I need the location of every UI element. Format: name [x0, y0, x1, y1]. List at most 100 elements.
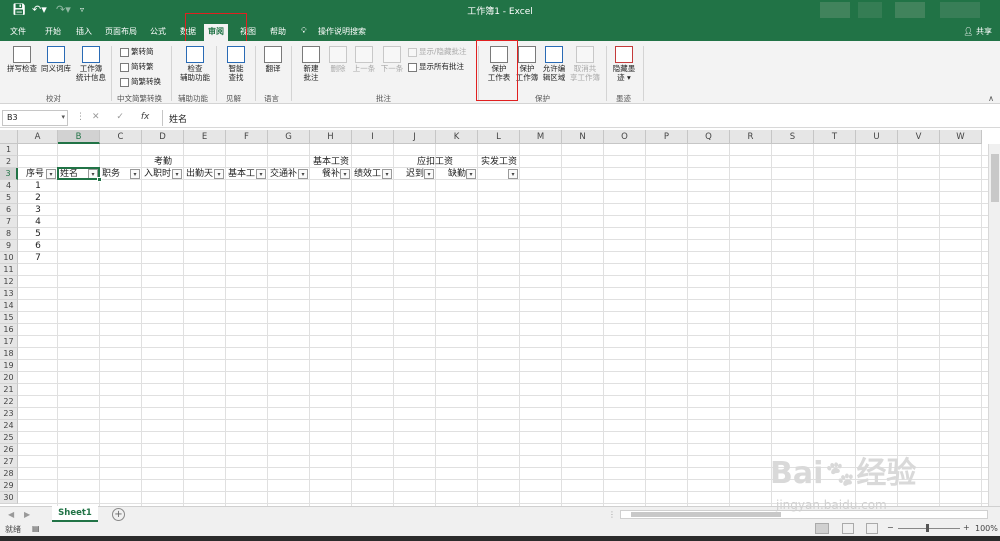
- column-header-c[interactable]: C: [100, 130, 142, 144]
- row-header-1[interactable]: 1: [0, 144, 18, 156]
- zoom-slider-knob[interactable]: [926, 524, 929, 532]
- filter-dropdown-g[interactable]: ▾: [298, 169, 308, 179]
- cell-a7[interactable]: 4: [20, 216, 56, 228]
- cell-d2[interactable]: 考勤: [122, 156, 204, 168]
- page-layout-view-icon[interactable]: [842, 523, 854, 534]
- to-traditional-button[interactable]: 繁转简: [120, 46, 154, 57]
- column-header-e[interactable]: E: [184, 130, 226, 144]
- row-header-27[interactable]: 27: [0, 456, 18, 468]
- cell-f3[interactable]: 基本工: [228, 168, 256, 180]
- delete-comment-button[interactable]: 删除: [327, 46, 349, 73]
- column-header-r[interactable]: R: [730, 130, 772, 144]
- horizontal-scroll-thumb[interactable]: [631, 512, 781, 517]
- allow-edit-ranges-button[interactable]: 允许编 辑区域: [540, 46, 568, 82]
- page-break-view-icon[interactable]: [866, 523, 878, 534]
- row-header-2[interactable]: 2: [0, 156, 18, 168]
- row-header-16[interactable]: 16: [0, 324, 18, 336]
- cell-i3[interactable]: 绩效工: [354, 168, 382, 180]
- tab-help[interactable]: 帮助: [270, 26, 286, 37]
- thesaurus-button[interactable]: 同义词库: [38, 46, 74, 73]
- row-header-13[interactable]: 13: [0, 288, 18, 300]
- share-button[interactable]: 👤︎ 共享: [963, 26, 992, 37]
- row-header-26[interactable]: 26: [0, 444, 18, 456]
- row-header-15[interactable]: 15: [0, 312, 18, 324]
- sheet-tab-sheet1[interactable]: Sheet1: [52, 506, 98, 522]
- column-header-f[interactable]: F: [226, 130, 268, 144]
- row-header-29[interactable]: 29: [0, 480, 18, 492]
- row-header-19[interactable]: 19: [0, 360, 18, 372]
- cell-k3[interactable]: 缺勤: [438, 168, 466, 180]
- cell-e3[interactable]: 出勤天: [186, 168, 214, 180]
- formula-input[interactable]: 姓名: [162, 110, 998, 126]
- next-sheet-icon[interactable]: ▶: [24, 510, 30, 519]
- cell-a4[interactable]: 1: [20, 180, 56, 192]
- filter-dropdown-j[interactable]: ▾: [424, 169, 434, 179]
- tab-page-layout[interactable]: 页面布局: [105, 26, 137, 37]
- column-header-j[interactable]: J: [394, 130, 436, 144]
- column-header-a[interactable]: A: [18, 130, 58, 144]
- row-header-6[interactable]: 6: [0, 204, 18, 216]
- unshare-workbook-button[interactable]: 取消共 享工作簿: [568, 46, 602, 82]
- cell-a9[interactable]: 6: [20, 240, 56, 252]
- collapse-ribbon-icon[interactable]: ∧: [988, 94, 994, 103]
- cell-g3[interactable]: 交通补: [270, 168, 298, 180]
- filter-dropdown-d[interactable]: ▾: [172, 169, 182, 179]
- column-header-h[interactable]: H: [310, 130, 352, 144]
- insert-function-icon[interactable]: fx: [141, 112, 150, 122]
- tab-split-handle[interactable]: ⋮: [608, 510, 616, 519]
- column-header-l[interactable]: L: [478, 130, 520, 144]
- cell-a6[interactable]: 3: [20, 204, 56, 216]
- cell-c3[interactable]: 职务: [102, 168, 130, 180]
- row-header-14[interactable]: 14: [0, 300, 18, 312]
- row-header-12[interactable]: 12: [0, 276, 18, 288]
- cell-k2[interactable]: 应扣工资: [394, 156, 476, 168]
- row-header-8[interactable]: 8: [0, 228, 18, 240]
- row-header-30[interactable]: 30: [0, 492, 18, 504]
- row-header-25[interactable]: 25: [0, 432, 18, 444]
- name-box[interactable]: B3 ▾: [2, 110, 68, 126]
- zoom-out-icon[interactable]: −: [887, 523, 894, 532]
- filter-dropdown-c[interactable]: ▾: [130, 169, 140, 179]
- hide-ink-button[interactable]: 隐藏墨 迹 ▾: [610, 46, 638, 82]
- show-hide-comment-button[interactable]: 显示/隐藏批注: [408, 46, 467, 57]
- workbook-stats-button[interactable]: 工作簿 统计信息: [76, 46, 106, 82]
- filter-dropdown-a[interactable]: ▾: [46, 169, 56, 179]
- smart-lookup-button[interactable]: 智能 查找: [222, 46, 250, 82]
- zoom-slider[interactable]: [898, 528, 960, 529]
- column-header-i[interactable]: I: [352, 130, 394, 144]
- column-header-q[interactable]: Q: [688, 130, 730, 144]
- macro-record-icon[interactable]: ▤: [32, 524, 40, 533]
- to-simplified-button[interactable]: 简转繁: [120, 61, 154, 72]
- vertical-scrollbar[interactable]: [988, 144, 1000, 506]
- tab-formulas[interactable]: 公式: [150, 26, 166, 37]
- enter-icon[interactable]: ✓: [116, 112, 124, 122]
- row-header-24[interactable]: 24: [0, 420, 18, 432]
- previous-sheet-icon[interactable]: ◀: [8, 510, 14, 519]
- tell-me-search[interactable]: 操作说明搜索: [318, 26, 366, 37]
- tab-file[interactable]: 文件: [10, 26, 26, 37]
- cell-a8[interactable]: 5: [20, 228, 56, 240]
- filter-dropdown-l[interactable]: ▾: [508, 169, 518, 179]
- filter-dropdown-e[interactable]: ▾: [214, 169, 224, 179]
- row-header-28[interactable]: 28: [0, 468, 18, 480]
- zoom-level[interactable]: 100%: [975, 524, 998, 533]
- filter-dropdown-i[interactable]: ▾: [382, 169, 392, 179]
- row-header-9[interactable]: 9: [0, 240, 18, 252]
- row-header-7[interactable]: 7: [0, 216, 18, 228]
- column-header-s[interactable]: S: [772, 130, 814, 144]
- column-header-d[interactable]: D: [142, 130, 184, 144]
- cell-a10[interactable]: 7: [20, 252, 56, 264]
- row-header-18[interactable]: 18: [0, 348, 18, 360]
- zoom-in-icon[interactable]: +: [963, 523, 970, 532]
- cell-h2[interactable]: 基本工资: [280, 156, 382, 168]
- column-header-p[interactable]: P: [646, 130, 688, 144]
- column-header-m[interactable]: M: [520, 130, 562, 144]
- check-accessibility-button[interactable]: 检查 辅助功能: [177, 46, 213, 82]
- row-header-22[interactable]: 22: [0, 396, 18, 408]
- row-header-17[interactable]: 17: [0, 336, 18, 348]
- column-header-n[interactable]: N: [562, 130, 604, 144]
- column-header-o[interactable]: O: [604, 130, 646, 144]
- vertical-scroll-thumb[interactable]: [991, 154, 999, 202]
- row-header-21[interactable]: 21: [0, 384, 18, 396]
- filter-dropdown-k[interactable]: ▾: [466, 169, 476, 179]
